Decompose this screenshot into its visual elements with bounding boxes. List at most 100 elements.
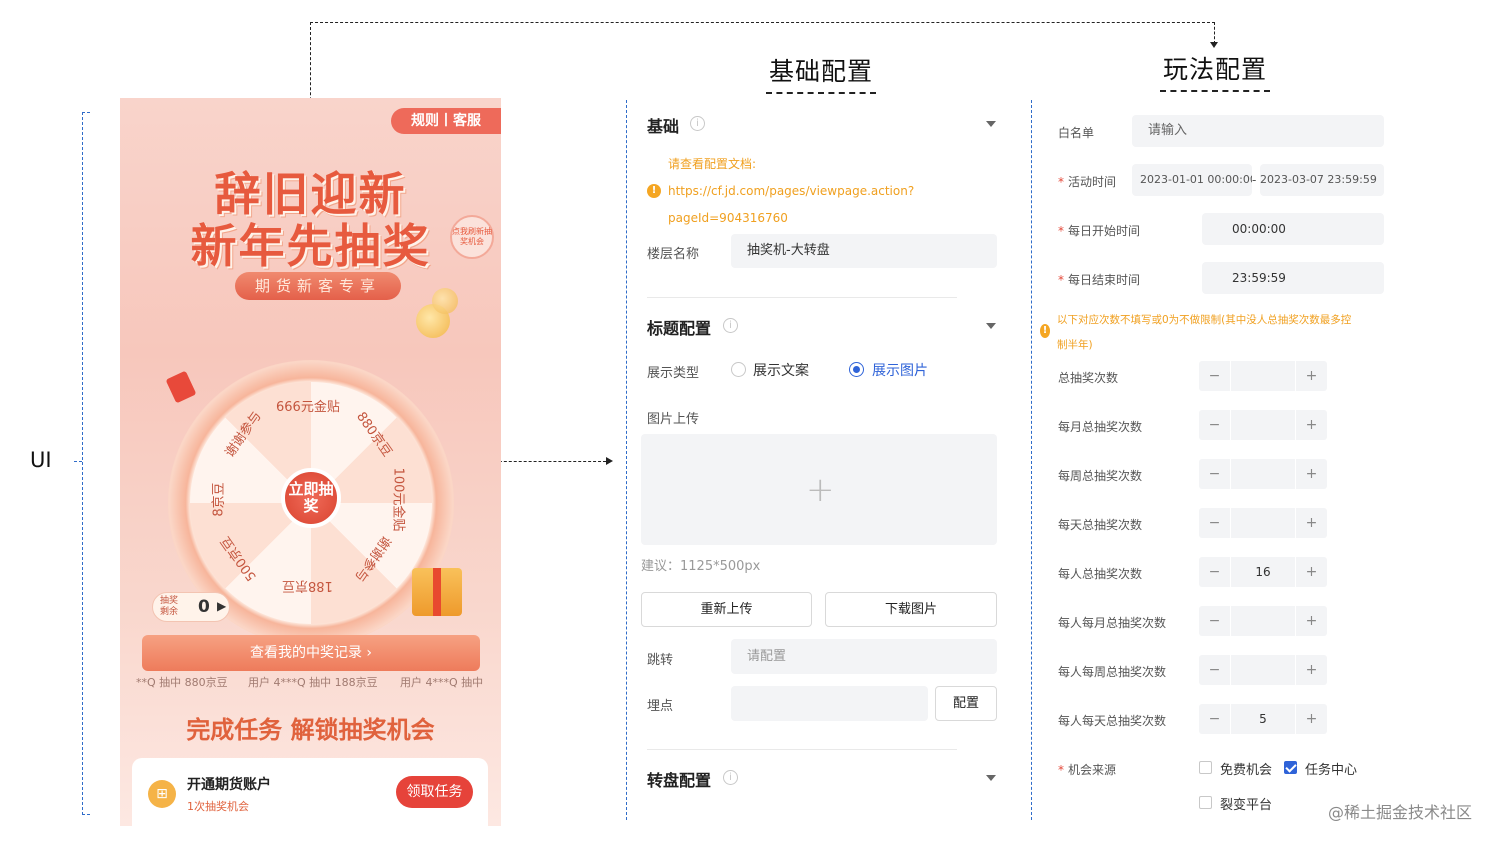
doc-link-continued[interactable]: pageId=904316760 xyxy=(668,211,788,225)
chance-source-label-text: 机会来源 xyxy=(1068,763,1117,777)
display-image-radio[interactable] xyxy=(849,362,864,377)
info-icon[interactable]: i xyxy=(723,770,738,785)
chevron-down-icon[interactable] xyxy=(986,121,996,127)
middle-connector-line xyxy=(484,461,606,462)
free-chance-option[interactable]: 免费机会 xyxy=(1220,759,1272,778)
plus-icon[interactable]: + xyxy=(1295,508,1327,538)
counter-stepper[interactable]: − + xyxy=(1199,459,1327,489)
activity-start-input[interactable]: 2023-01-01 00:00:00 xyxy=(1132,164,1252,196)
task-card: ⊞ 开通期货账户 1次抽奖机会 领取任务 xyxy=(132,758,488,826)
prize-label: 8京豆 xyxy=(211,482,227,517)
counter-stepper[interactable]: − + xyxy=(1199,655,1327,685)
whitelist-label: 白名单 xyxy=(1058,126,1095,140)
basic-config-heading: 基础配置 xyxy=(766,52,876,94)
counter-stepper[interactable]: − + xyxy=(1199,606,1327,636)
counter-value[interactable]: 16 xyxy=(1231,557,1295,587)
task-center-option[interactable]: 任务中心 xyxy=(1305,759,1357,778)
chevron-down-icon[interactable] xyxy=(986,775,996,781)
basic-config-heading-text: 基础配置 xyxy=(768,57,873,86)
daily-end-label: * 每日结束时间 xyxy=(1058,273,1141,287)
remaining-draws-label: 抽奖剩余 xyxy=(160,596,179,617)
minus-icon[interactable]: − xyxy=(1199,361,1231,391)
minus-icon[interactable]: − xyxy=(1199,606,1231,636)
remaining-draws[interactable]: 抽奖剩余 0 ▶ xyxy=(152,592,230,622)
counter-stepper[interactable]: −5 + xyxy=(1199,704,1327,734)
info-icon[interactable]: i xyxy=(723,318,738,333)
divider xyxy=(647,297,957,298)
play-config-heading-text: 玩法配置 xyxy=(1162,55,1267,84)
info-icon[interactable]: i xyxy=(690,116,705,131)
basic-panel-divider xyxy=(626,100,627,820)
ui-bracket xyxy=(82,112,83,815)
counter-stepper[interactable]: − + xyxy=(1199,361,1327,391)
activity-end-input[interactable]: 2023-03-07 23:59:59 xyxy=(1260,164,1384,196)
plus-icon[interactable]: + xyxy=(1295,410,1327,440)
display-image-option[interactable]: 展示图片 xyxy=(872,360,928,380)
top-connector-arrow xyxy=(1210,42,1218,48)
counter-value[interactable] xyxy=(1231,361,1295,391)
plus-icon[interactable]: + xyxy=(1295,655,1327,685)
claim-task-button[interactable]: 领取任务 xyxy=(396,776,473,808)
counter-stepper[interactable]: − + xyxy=(1199,410,1327,440)
daily-start-label: * 每日开始时间 xyxy=(1058,224,1141,238)
gift-box-icon xyxy=(412,568,462,616)
counter-value[interactable] xyxy=(1231,410,1295,440)
gift-icon: ⊞ xyxy=(148,780,176,808)
minus-icon[interactable]: − xyxy=(1199,508,1231,538)
whitelist-input[interactable]: 请输入 xyxy=(1132,115,1384,147)
plus-icon[interactable]: + xyxy=(1295,606,1327,636)
basic-section-title: 基础 xyxy=(647,117,680,136)
minus-icon[interactable]: − xyxy=(1199,655,1231,685)
plus-icon[interactable]: + xyxy=(1295,557,1327,587)
floor-name-label: 楼层名称 xyxy=(647,247,700,262)
jump-label: 跳转 xyxy=(647,653,674,668)
counter-value[interactable] xyxy=(1231,459,1295,489)
plus-icon[interactable]: + xyxy=(1295,459,1327,489)
display-text-radio[interactable] xyxy=(731,362,746,377)
free-chance-checkbox[interactable] xyxy=(1199,761,1212,774)
image-upload-label: 图片上传 xyxy=(647,412,700,427)
reupload-button[interactable]: 重新上传 xyxy=(641,592,812,627)
draw-now-button[interactable]: 立即抽奖 xyxy=(281,468,341,528)
rules-service-tag[interactable]: 规则丨客服 xyxy=(391,108,501,134)
plus-icon[interactable]: + xyxy=(1295,704,1327,734)
doc-link[interactable]: https://cf.jd.com/pages/viewpage.action? xyxy=(668,184,914,198)
daily-end-input[interactable]: 23:59:59 xyxy=(1202,262,1384,294)
floor-name-input[interactable]: 抽奖机-大转盘 xyxy=(731,234,997,268)
title-line-2: 新年先抽奖 xyxy=(190,219,431,273)
counter-stepper[interactable]: −16 + xyxy=(1199,557,1327,587)
minus-icon[interactable]: − xyxy=(1199,459,1231,489)
counter-label: 每天总抽奖次数 xyxy=(1058,518,1143,532)
display-text-option[interactable]: 展示文案 xyxy=(753,360,809,380)
minus-icon[interactable]: − xyxy=(1199,704,1231,734)
top-connector-line xyxy=(310,22,1215,23)
tracking-input[interactable] xyxy=(731,686,928,721)
plus-icon[interactable]: + xyxy=(806,470,835,510)
minus-icon[interactable]: − xyxy=(1199,557,1231,587)
view-records-button[interactable]: 查看我的中奖记录 › xyxy=(142,635,480,671)
fission-platform-option[interactable]: 裂变平台 xyxy=(1220,794,1272,813)
tracking-config-button[interactable]: 配置 xyxy=(935,686,997,721)
counter-value[interactable] xyxy=(1231,655,1295,685)
task-center-checkbox[interactable] xyxy=(1284,761,1297,774)
winner-marquee-item: 用户 4***Q 抽中 188京豆 xyxy=(248,676,378,689)
counter-value[interactable]: 5 xyxy=(1231,704,1295,734)
ui-label: UI xyxy=(30,448,52,472)
daily-start-input[interactable]: 00:00:00 xyxy=(1202,213,1384,245)
counter-value[interactable] xyxy=(1231,508,1295,538)
display-type-label: 展示类型 xyxy=(647,366,700,381)
jump-input[interactable]: 请配置 xyxy=(731,639,997,674)
minus-icon[interactable]: − xyxy=(1199,410,1231,440)
title-config-section: 标题配置 xyxy=(647,319,712,338)
counter-label: 每人每周总抽奖次数 xyxy=(1058,665,1167,679)
fission-platform-checkbox[interactable] xyxy=(1199,796,1212,809)
download-image-button[interactable]: 下载图片 xyxy=(825,592,997,627)
refresh-badge[interactable]: 点我刷新抽奖机会 xyxy=(450,215,494,259)
limit-warning-line-1: 以下对应次数不填写或0为不做限制(其中没人总抽奖次数最多控 xyxy=(1057,314,1352,326)
chevron-down-icon[interactable] xyxy=(986,323,996,329)
daily-end-label-text: 每日结束时间 xyxy=(1068,273,1141,287)
counter-value[interactable] xyxy=(1231,606,1295,636)
plus-icon[interactable]: + xyxy=(1295,361,1327,391)
winner-marquee-item: **Q 抽中 880京豆 xyxy=(136,676,228,689)
counter-stepper[interactable]: − + xyxy=(1199,508,1327,538)
